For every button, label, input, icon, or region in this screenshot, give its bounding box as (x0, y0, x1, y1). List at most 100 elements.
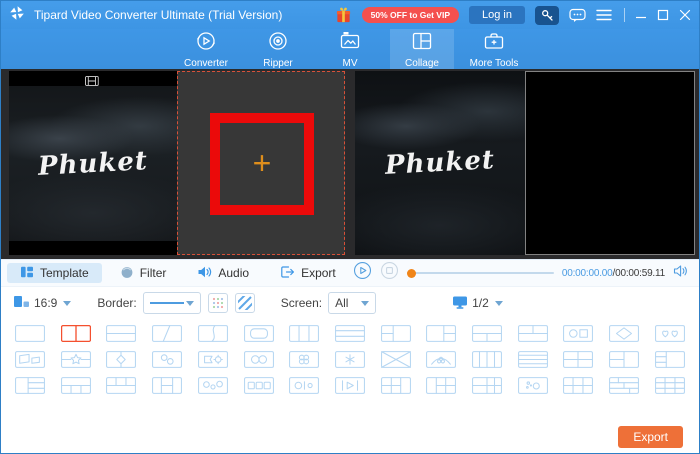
template-option-diag[interactable] (152, 325, 182, 342)
output-preview-panel: Phuket (355, 71, 695, 255)
page-caret-icon[interactable] (495, 301, 503, 306)
border-color-button[interactable] (208, 293, 228, 313)
template-option-h-layout[interactable] (152, 377, 182, 394)
screen-page-icon (452, 294, 468, 313)
template-option-circles3[interactable] (198, 377, 228, 394)
play-button[interactable] (353, 261, 372, 285)
template-option-top1-bottom3[interactable] (61, 377, 91, 394)
tab-label: MV (343, 58, 358, 69)
border-caret-icon (186, 301, 194, 306)
border-style-dropdown[interactable] (143, 292, 201, 314)
export-button[interactable]: Export (618, 426, 683, 448)
aspect-ratio-value[interactable]: 16:9 (34, 296, 57, 310)
tab-label: Filter (140, 266, 167, 280)
template-option-diamond-pin[interactable] (106, 351, 136, 368)
border-label: Border: (97, 296, 136, 310)
menu-icon[interactable] (596, 9, 612, 21)
template-option-top2-bottom1[interactable] (518, 325, 548, 342)
template-option-grid2x2-wide[interactable] (472, 377, 502, 394)
seek-track (407, 272, 554, 274)
template-option-skew-rects[interactable] (15, 351, 45, 368)
seek-slider[interactable] (407, 269, 554, 278)
feature-nav: Converter Ripper MV Collage More Tools (1, 29, 699, 69)
template-option-rows4[interactable] (518, 351, 548, 368)
template-option-circles2[interactable] (244, 351, 274, 368)
gift-icon[interactable] (335, 6, 352, 24)
border-line-sample (150, 302, 184, 304)
film-strip-icon (85, 73, 99, 91)
collage-cell-video[interactable]: Phuket (9, 71, 177, 255)
template-option-grid3x2[interactable] (563, 377, 593, 394)
tab-export[interactable]: Export (267, 263, 349, 283)
template-option-top3-bottom1[interactable] (106, 377, 136, 394)
template-option-grid2x3-left[interactable] (381, 377, 411, 394)
stop-button[interactable] (380, 261, 399, 285)
border-hatch-button[interactable] (235, 293, 255, 313)
login-button[interactable]: Log in (469, 6, 525, 24)
template-option-x-split[interactable] (381, 351, 411, 368)
ripper-icon (267, 30, 289, 55)
volume-icon[interactable] (673, 264, 689, 283)
add-video-button[interactable]: + (253, 147, 272, 179)
template-option-cols4[interactable] (472, 351, 502, 368)
register-key-button[interactable] (535, 6, 559, 25)
template-option-rows3[interactable] (335, 325, 365, 342)
video-thumbnail: Phuket (9, 86, 177, 241)
template-option-split-h2[interactable] (106, 325, 136, 342)
template-option-star-band[interactable] (61, 351, 91, 368)
tab-collage[interactable]: Collage (390, 29, 454, 69)
template-option-inset-round[interactable] (244, 325, 274, 342)
template-option-circles2-offset[interactable] (152, 351, 182, 368)
template-toolbar: 16:9 Border: Screen: All 1/2 (1, 286, 699, 319)
close-button[interactable] (679, 9, 691, 21)
template-option-curve[interactable] (198, 325, 228, 342)
template-option-flag-gear[interactable] (198, 351, 228, 368)
tab-filter[interactable]: Filter (107, 263, 180, 283)
template-option-circle-bar-circle[interactable] (289, 377, 319, 394)
template-option-left2-right1[interactable] (381, 325, 411, 342)
video-title-overlay: Phuket (37, 146, 148, 182)
template-option-cols3[interactable] (289, 325, 319, 342)
tab-more-tools[interactable]: More Tools (462, 29, 526, 69)
template-option-left1-right3[interactable] (15, 377, 45, 394)
tab-label: Collage (405, 58, 439, 69)
template-option-single[interactable] (15, 325, 45, 342)
tab-template[interactable]: Template (7, 263, 102, 283)
aspect-ratio-icon (13, 293, 30, 313)
template-option-top1-bottom2[interactable] (472, 325, 502, 342)
maximize-button[interactable] (657, 9, 669, 21)
screen-select[interactable]: All (328, 292, 376, 314)
preview-stage: Phuket + Phuket (1, 69, 699, 259)
template-option-hearts[interactable] (655, 325, 685, 342)
page-indicator[interactable]: 1/2 (472, 296, 489, 310)
template-option-grid2x3-right[interactable] (426, 377, 456, 394)
template-option-grid3x3[interactable] (655, 377, 685, 394)
feedback-icon[interactable] (569, 8, 586, 23)
template-option-left1-right2[interactable] (426, 325, 456, 342)
template-option-spark[interactable] (335, 351, 365, 368)
template-option-arrows-lr[interactable] (335, 377, 365, 394)
template-option-circle-square[interactable] (563, 325, 593, 342)
tab-ripper[interactable]: Ripper (246, 29, 310, 69)
template-option-left2-rightbig[interactable] (655, 351, 685, 368)
tab-mv[interactable]: MV (318, 29, 382, 69)
template-option-grid-rows3-split[interactable] (609, 377, 639, 394)
tab-label: Export (301, 266, 336, 280)
screen-caret-icon (361, 301, 369, 306)
template-option-split-v2-selected[interactable] (61, 325, 91, 342)
vip-offer-badge[interactable]: 50% OFF to Get VIP (362, 7, 459, 23)
template-option-diamond-inset[interactable] (609, 325, 639, 342)
template-option-grid-left-split[interactable] (609, 351, 639, 368)
template-option-grid2x2[interactable] (563, 351, 593, 368)
seek-knob[interactable] (407, 269, 416, 278)
tab-converter[interactable]: Converter (174, 29, 238, 69)
aspect-caret-icon[interactable] (63, 301, 71, 306)
minimize-button[interactable] (635, 9, 647, 21)
template-option-dots-circle[interactable] (518, 377, 548, 394)
template-option-clover[interactable] (289, 351, 319, 368)
tab-audio[interactable]: Audio (184, 263, 262, 283)
selection-highlight-frame: + (210, 113, 314, 215)
template-option-squares3[interactable] (244, 377, 274, 394)
collage-cell-empty-selected[interactable]: + (177, 71, 345, 255)
template-option-arch-cross[interactable] (426, 351, 456, 368)
